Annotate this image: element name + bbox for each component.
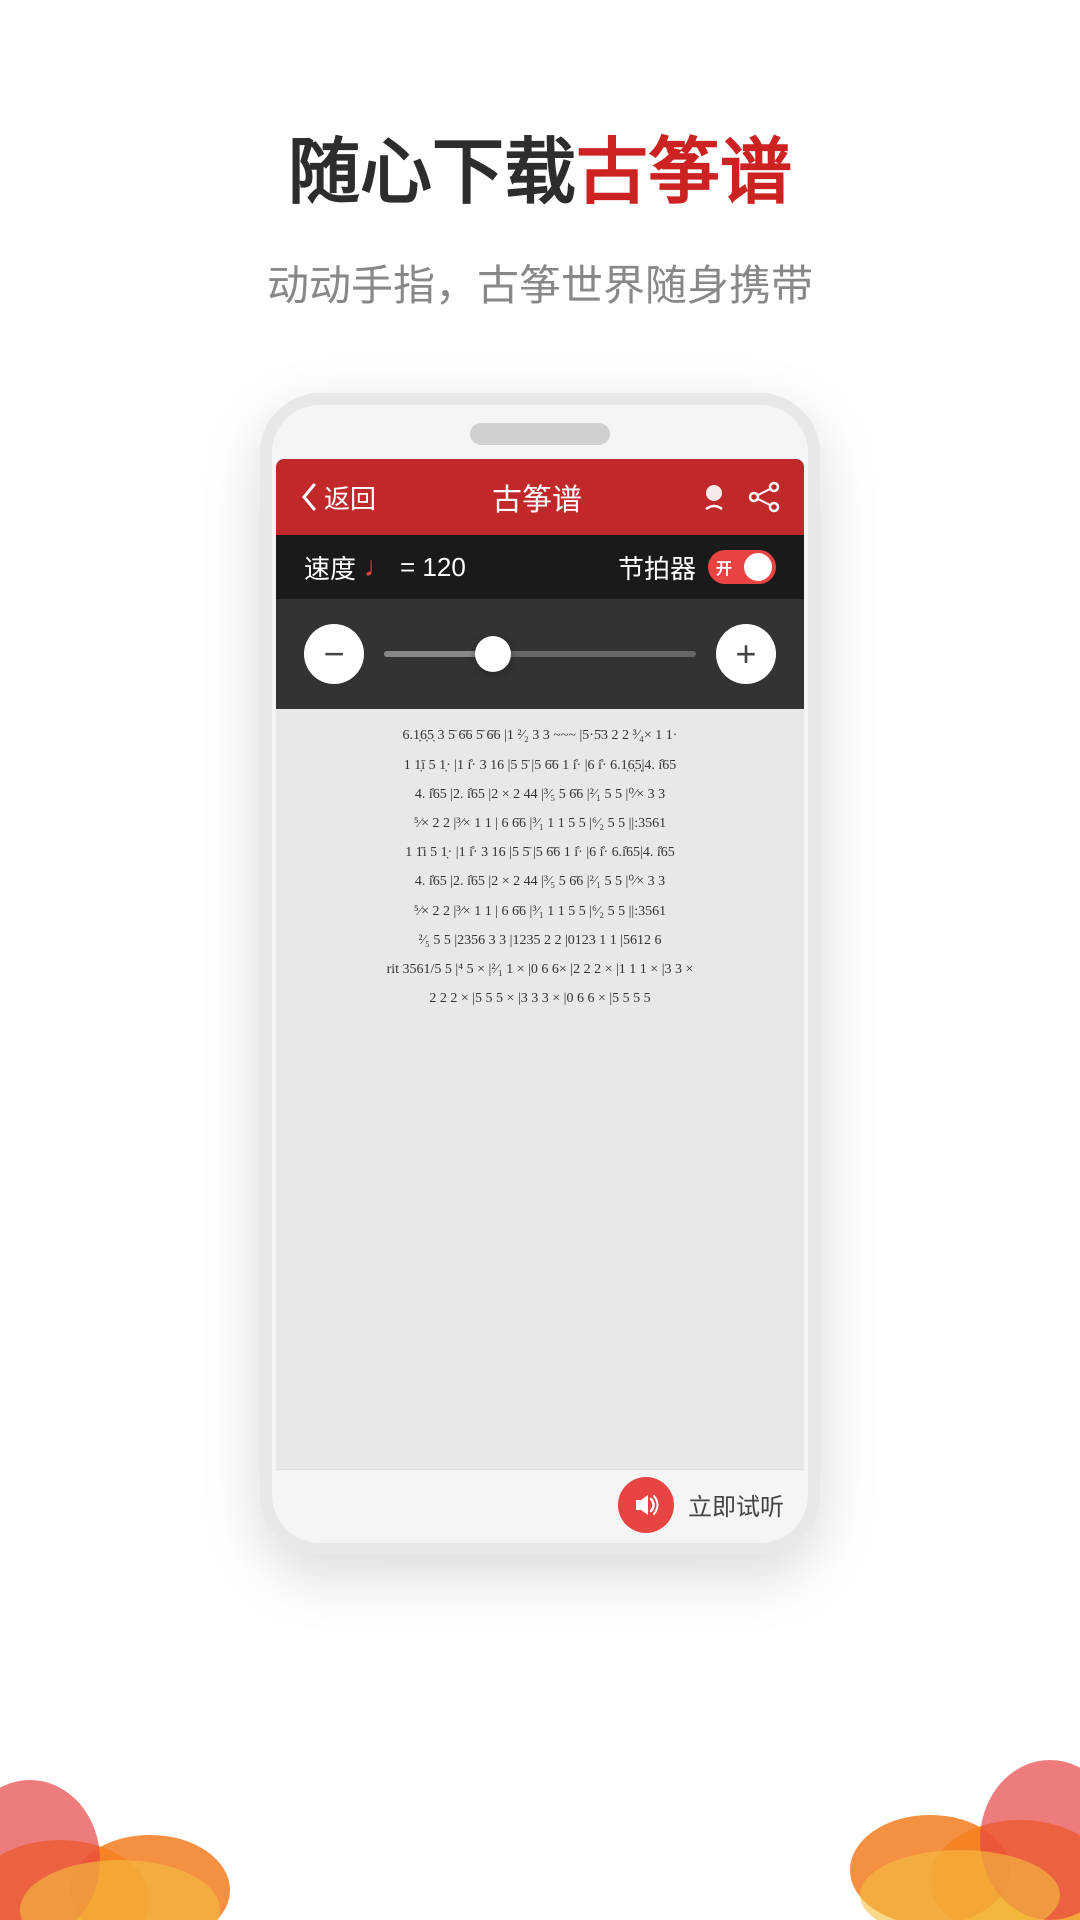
note-icon: ♩ (364, 551, 392, 583)
metronome-section: 节拍器 开 (618, 549, 776, 586)
sheet-area: 6.1̣6̣5̣ 3 5̄ 6̄6 5̄ 6̄6 |1 ²⁄₂ 3 3 ~~~ … (276, 709, 804, 1469)
header-section: 随心下载古筝谱 动动手指，古筝世界随身携带 (0, 0, 1080, 373)
sheet-row: 1 1̣ī 5 1̣· |1 i̊· 3 16 |5 5̄ |5 6̄6 1 i… (286, 751, 794, 780)
play-button[interactable] (618, 1477, 674, 1533)
bottom-bar: 立即试听 (276, 1469, 804, 1539)
slider-area: − + (276, 599, 804, 709)
sheet-row: rit 3561/5 5 |⁴ 5 × |²⁄₁ 1 × |0 6 6× |2 … (286, 955, 794, 984)
sheet-row: 4. i̊65 |2. i̊65 |2 × 2 44 |³⁄₅ 5 6̄6 |²… (286, 867, 794, 896)
slider-thumb[interactable] (475, 636, 511, 672)
speed-display: 速度 ♩ = 120 (304, 549, 466, 586)
increase-button[interactable]: + (716, 624, 776, 684)
control-bar: 速度 ♩ = 120 节拍器 开 (276, 535, 804, 599)
sheet-row: ⁵⁄× 2 2 |³⁄× 1 1 | 6 6̄6 |³⁄₁ 1 1 5 5 |⁶… (286, 897, 794, 926)
app-screen: 返回 古筝谱 (276, 459, 804, 1539)
toggle-switch[interactable]: 开 (708, 550, 776, 584)
sheet-row: 6.1̣6̣5̣ 3 5̄ 6̄6 5̄ 6̄6 |1 ²⁄₂ 3 3 ~~~ … (286, 721, 794, 750)
sheet-row: ²⁄₅ 5 5 |2356 3 3 |1235 2 2 |0123 1 1 |5… (286, 926, 794, 955)
phone-container: 返回 古筝谱 (0, 373, 1080, 1555)
back-chevron-icon (300, 483, 318, 511)
decrease-button[interactable]: − (304, 624, 364, 684)
app-header: 返回 古筝谱 (276, 459, 804, 535)
metronome-label: 节拍器 (618, 549, 696, 586)
sheet-row: 1 1̄i 5 1̣· |1 i̊· 3 16 |5 5̄ |5 6̄6 1 i… (286, 838, 794, 867)
decor-left (0, 1600, 260, 1920)
decor-right (780, 1580, 1080, 1920)
back-button[interactable]: 返回 (300, 479, 376, 516)
sheet-row: ⁵⁄× 2 2 |³⁄× 1 1 | 6 6̄6 |³⁄₁ 1 1 5 5 |⁶… (286, 809, 794, 838)
toggle-knob (744, 553, 772, 581)
toggle-on-text: 开 (716, 555, 732, 579)
speed-label: 速度 (304, 549, 356, 586)
phone-mockup: 返回 古筝谱 (260, 393, 820, 1555)
sub-title: 动动手指，古筝世界随身携带 (0, 252, 1080, 313)
phone-speaker (470, 423, 610, 445)
slider-track[interactable] (384, 651, 696, 657)
speaker-wave-icon (632, 1491, 660, 1519)
bookmark-icon[interactable] (698, 481, 730, 513)
header-icons (698, 481, 780, 513)
back-label: 返回 (324, 479, 376, 516)
listen-label[interactable]: 立即试听 (688, 1487, 784, 1522)
main-title: 随心下载古筝谱 (0, 130, 1080, 216)
speed-value: = 120 (400, 552, 466, 583)
main-title-highlight: 古筝谱 (576, 133, 792, 213)
sheet-row: 4. i̊65 |2. i̊65 |2 × 2 44 |³⁄₅ 5 6̄6 |²… (286, 780, 794, 809)
share-icon[interactable] (748, 481, 780, 513)
main-title-part1: 随心下载 (288, 133, 576, 213)
sheet-row: 2 2 2 × |5 5 5 × |3 3 3 × |0 6 6 × |5 5 … (286, 984, 794, 1013)
app-title: 古筝谱 (376, 475, 698, 519)
